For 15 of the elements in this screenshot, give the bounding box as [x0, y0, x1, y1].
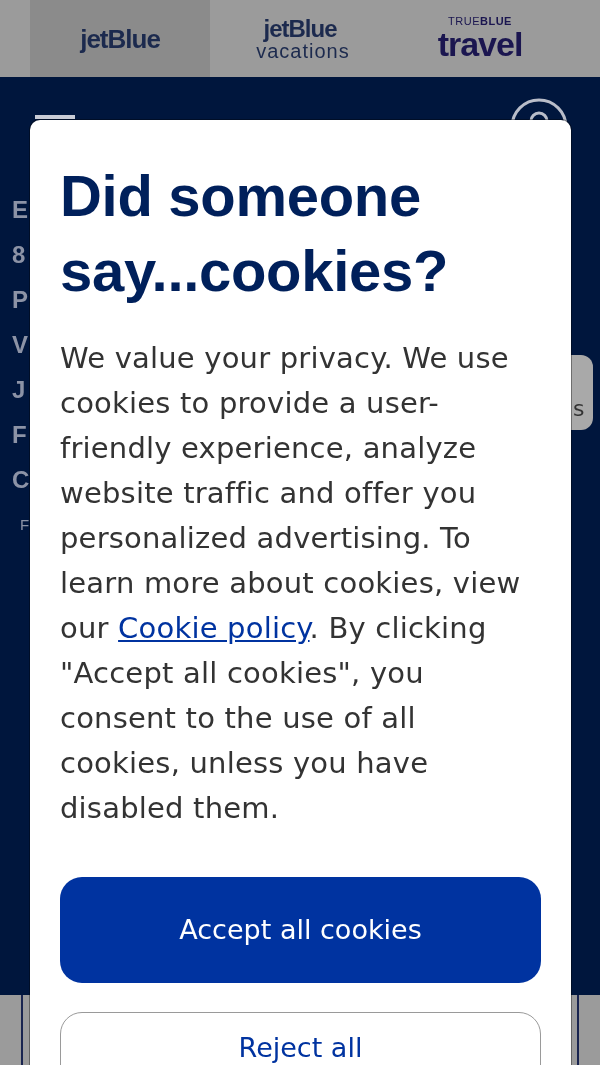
dialog-title: Did someone say...cookies?	[60, 162, 450, 305]
partial-text: J	[12, 375, 27, 405]
partial-text: C	[12, 465, 30, 495]
partial-text: F	[19, 515, 30, 535]
consent-text: We value your privacy. We use cookies to provide a user-friendly experience, analyze website traffic and offer you personalized advertising. To learn more about cookies, view our Cookie policy. By clicking "Accept all cookies", you consent to the use of all cookies, unless you have disabled them.	[60, 340, 522, 827]
accept-all-button[interactable]: Accept all cookies	[60, 877, 541, 983]
partial-text: F	[12, 420, 28, 450]
partial-button[interactable]: s	[571, 355, 593, 430]
cookie-policy-link[interactable]: Cookie policy	[118, 611, 310, 645]
reject-all-button[interactable]: Reject all	[60, 1012, 541, 1065]
brand-tab[interactable]: jetBlue	[30, 0, 210, 77]
partial-text: 8	[12, 240, 27, 270]
partial-text: P	[12, 285, 29, 315]
partial-text: V	[12, 330, 29, 360]
partial-text: E	[12, 195, 29, 225]
